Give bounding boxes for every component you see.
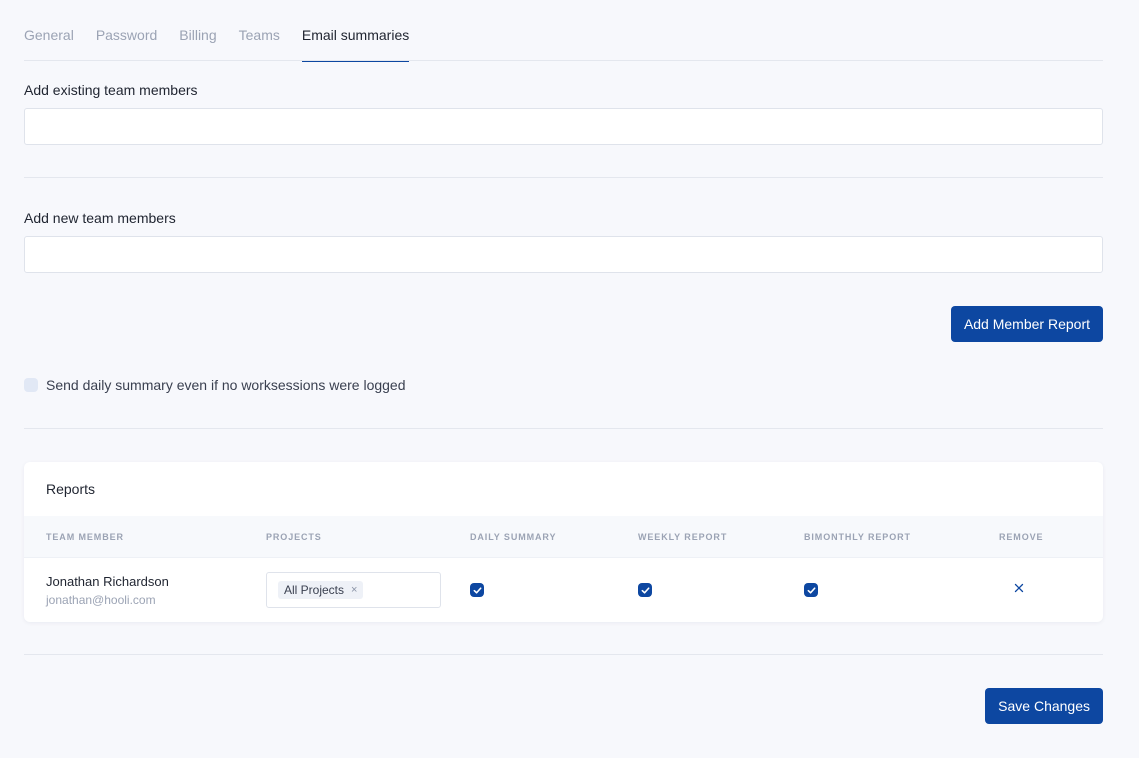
project-chip: All Projects × (278, 581, 364, 599)
checkmark-icon (473, 586, 481, 594)
projects-cell: All Projects × (266, 572, 470, 608)
column-header-daily-summary: DAILY SUMMARY (470, 531, 557, 542)
tab-password[interactable]: Password (96, 0, 157, 61)
settings-tabs: General Password Billing Teams Email sum… (24, 0, 1103, 62)
column-header-weekly-report: WEEKLY REPORT (638, 531, 728, 542)
column-header-projects: PROJECTS (266, 531, 322, 542)
add-member-row: Add Member Report (24, 306, 1103, 342)
tab-billing[interactable]: Billing (179, 0, 216, 61)
bimonthly-report-checkbox-checked[interactable] (804, 583, 818, 597)
remove-member-button[interactable] (1013, 581, 1025, 593)
reports-table-header: TEAM MEMBER PROJECTS DAILY SUMMARY WEEKL… (24, 516, 1103, 558)
reports-card: Reports TEAM MEMBER PROJECTS DAILY SUMMA… (24, 462, 1103, 622)
tab-general[interactable]: General (24, 0, 74, 61)
weekly-report-checkbox-checked[interactable] (638, 583, 652, 597)
settings-page: General Password Billing Teams Email sum… (0, 0, 1139, 758)
close-icon (1014, 583, 1024, 593)
daily-summary-cell (470, 583, 638, 597)
checkmark-icon (807, 586, 815, 594)
checkmark-icon (641, 586, 649, 594)
column-header-bimonthly-report: BIMONTHLY REPORT (804, 531, 911, 542)
table-row: Jonathan Richardson jonathan@hooli.com A… (24, 558, 1103, 622)
save-changes-button[interactable]: Save Changes (985, 688, 1103, 724)
daily-summary-option-label: Send daily summary even if no worksessio… (46, 377, 406, 393)
bimonthly-report-cell (804, 583, 999, 597)
daily-summary-option: Send daily summary even if no worksessio… (24, 377, 1103, 393)
new-members-label: Add new team members (24, 210, 176, 226)
close-icon[interactable]: × (351, 584, 357, 596)
tab-email-summaries[interactable]: Email summaries (301, 0, 410, 62)
column-header-team-member: TEAM MEMBER (46, 531, 124, 542)
member-name: Jonathan Richardson (46, 573, 169, 589)
save-row: Save Changes (24, 688, 1103, 724)
projects-select[interactable]: All Projects × (266, 572, 441, 608)
member-cell: Jonathan Richardson jonathan@hooli.com (24, 574, 266, 607)
existing-members-section: Add existing team members (24, 61, 1103, 145)
tab-teams[interactable]: Teams (239, 0, 280, 61)
new-members-input[interactable] (24, 236, 1103, 273)
project-chip-label: All Projects (284, 583, 345, 597)
member-email: jonathan@hooli.com (46, 592, 156, 607)
remove-cell (999, 581, 1089, 599)
weekly-report-cell (638, 583, 804, 597)
daily-summary-checkbox-checked[interactable] (470, 583, 484, 597)
new-members-section: Add new team members (24, 178, 1103, 273)
divider (24, 654, 1103, 655)
daily-summary-checkbox[interactable] (24, 378, 38, 392)
divider (24, 428, 1103, 429)
column-header-remove: REMOVE (999, 531, 1044, 542)
existing-members-label: Add existing team members (24, 82, 198, 98)
add-member-report-button[interactable]: Add Member Report (950, 306, 1103, 342)
reports-title: Reports (46, 481, 96, 497)
existing-members-input[interactable] (24, 108, 1103, 145)
